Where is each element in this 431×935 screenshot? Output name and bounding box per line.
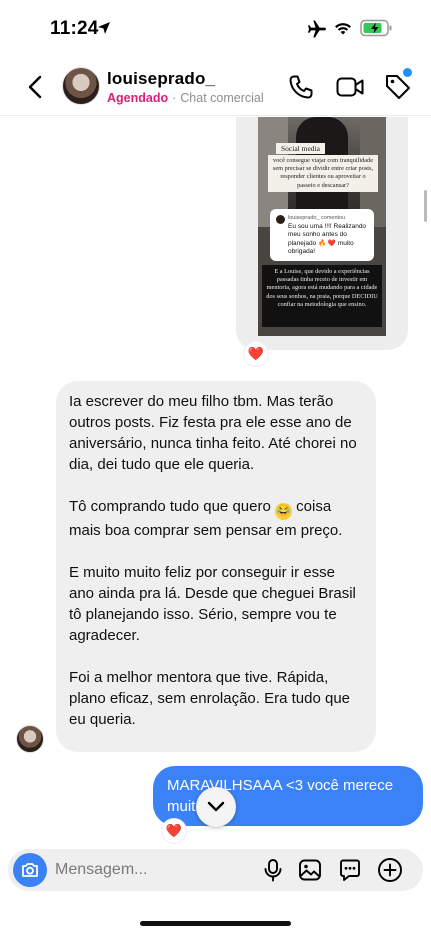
wifi-icon	[335, 23, 351, 35]
incoming-message-bubble[interactable]: Ia escrever do meu filho tbm. Mas terão …	[56, 381, 376, 752]
contact-status: Agendado · Chat comercial	[107, 91, 264, 105]
message-paragraph: Foi a melhor mentora que tive. Rápida, p…	[69, 669, 351, 728]
home-indicator[interactable]	[140, 921, 291, 926]
post-label: Social media	[276, 143, 325, 154]
video-icon[interactable]	[336, 75, 364, 99]
comment-avatar	[276, 215, 285, 224]
message-composer	[8, 849, 423, 891]
notification-dot	[403, 68, 412, 77]
post-reaction-heart[interactable]: ❤️	[243, 341, 269, 367]
laughing-emoji-icon: 😂	[274, 503, 292, 520]
post-story-text: E a Louise, que devido a experiências pa…	[262, 265, 382, 327]
microphone-icon[interactable]	[261, 858, 285, 882]
status-time: 11:24	[50, 18, 99, 39]
message-paragraph: Ia escrever do meu filho tbm. Mas terão …	[69, 393, 357, 473]
message-input[interactable]	[55, 857, 245, 883]
status-bar: 11:24	[0, 0, 431, 60]
label-tag-icon[interactable]	[384, 73, 412, 101]
contact-name[interactable]: louiseprado_	[107, 69, 215, 89]
sticker-icon[interactable]	[338, 858, 362, 882]
post-caption: você consegue viajar com tranquilidade s…	[268, 155, 378, 192]
chevron-down-icon	[207, 801, 225, 812]
scrollbar[interactable]	[424, 190, 427, 222]
back-icon[interactable]	[24, 73, 48, 101]
chat-header: louiseprado_ Agendado · Chat comercial	[0, 60, 431, 116]
shared-post-card[interactable]: Social media você consegue viajar com tr…	[236, 117, 408, 350]
status-tag: Agendado	[107, 91, 169, 105]
message-paragraph: E muito muito feliz por conseguir ir ess…	[69, 564, 356, 644]
sender-avatar[interactable]	[16, 725, 44, 753]
contact-avatar[interactable]	[62, 67, 100, 105]
location-arrow-icon	[98, 22, 110, 34]
camera-icon	[22, 863, 38, 877]
scroll-down-button[interactable]	[196, 787, 236, 827]
gallery-icon[interactable]	[298, 858, 322, 882]
phone-icon[interactable]	[288, 74, 314, 100]
plus-icon[interactable]	[377, 857, 403, 883]
airplane-icon	[308, 20, 326, 38]
status-separator: ·	[172, 91, 177, 105]
battery-charging-icon	[360, 19, 392, 37]
comment-user: louiseprado_ comentou	[288, 215, 346, 221]
outgoing-message-bubble[interactable]: MARAVILHSAAA <3 você merece muito	[153, 766, 423, 826]
message-paragraph: Tô comprando tudo que quero 😂 coisa mais…	[69, 498, 343, 539]
outgoing-reaction-heart[interactable]: ❤️	[161, 818, 187, 844]
camera-button[interactable]	[13, 853, 47, 887]
shared-post-image: Social media você consegue viajar com tr…	[258, 117, 386, 336]
chat-type-label: Chat comercial	[180, 91, 264, 105]
comment-text: Eu sou uma !!!! Realizando meu sonho ant…	[288, 223, 367, 256]
post-comment-box: louiseprado_ comentou Eu sou uma !!!! Re…	[270, 209, 374, 261]
